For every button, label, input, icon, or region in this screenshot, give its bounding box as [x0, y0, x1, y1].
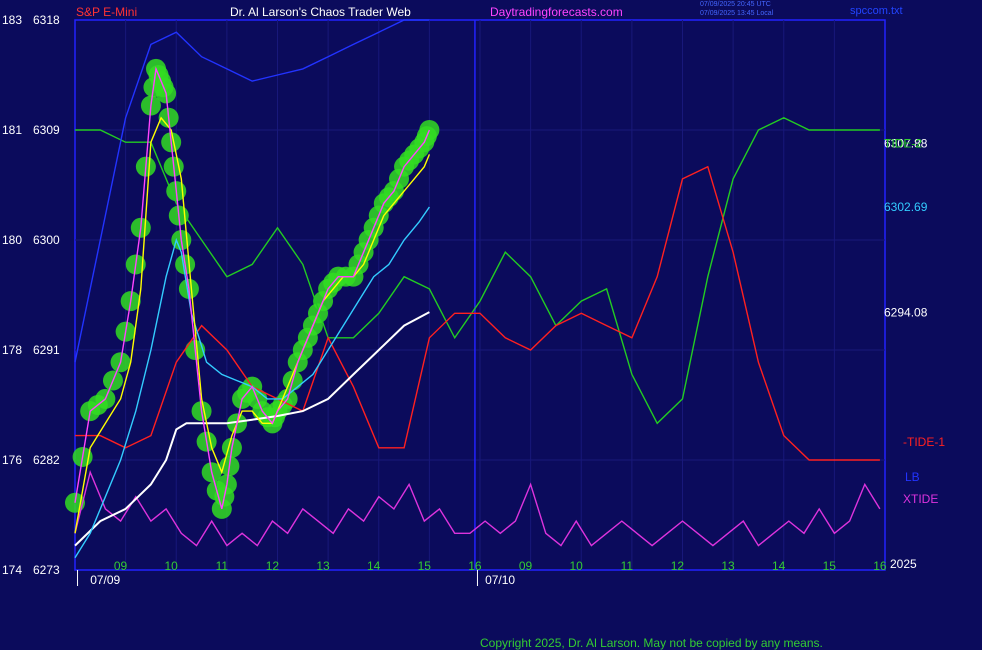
- x-tick-label: 15: [418, 559, 432, 573]
- x-tick-label: 11: [216, 559, 229, 573]
- y-tick-label-left: 174: [2, 563, 22, 577]
- series-line-3: [74, 311, 430, 547]
- x-tick-label: 14: [772, 559, 786, 573]
- date-label: 07/10: [485, 573, 515, 587]
- x-tick-label: 09: [519, 559, 533, 573]
- series-line-tide-2: [75, 117, 880, 425]
- x-tick-label: 16: [468, 559, 482, 573]
- y-tick-label-price: 6282: [33, 453, 60, 467]
- y-tick-label-price: 6273: [33, 563, 60, 577]
- date-label: 07/09: [90, 573, 120, 587]
- site-url[interactable]: Daytradingforecasts.com: [490, 5, 623, 19]
- right-tag-tide1: -TIDE-1: [903, 435, 945, 449]
- site-title: Dr. Al Larson's Chaos Trader Web: [230, 5, 411, 19]
- y-tick-label-left: 180: [2, 233, 22, 247]
- y-tick-label-price: 6318: [33, 13, 60, 27]
- y-tick-label-price: 6309: [33, 123, 60, 137]
- y-tick-label-left: 178: [2, 343, 22, 357]
- symbol-title: S&P E-Mini: [76, 5, 138, 19]
- right-value-label: 6294.08: [884, 305, 928, 319]
- y-tick-label-left: 176: [2, 453, 22, 467]
- copyright-notice: Copyright 2025, Dr. Al Larson. May not b…: [480, 636, 823, 650]
- x-tick-label: 15: [823, 559, 837, 573]
- series-line-lb: [74, 19, 430, 363]
- timestamp-local: 07/09/2025 13:45 Local: [700, 10, 774, 17]
- x-tick-label: 12: [671, 559, 685, 573]
- x-tick-label: 11: [621, 559, 634, 573]
- data-file-name: spccom.txt: [850, 5, 903, 17]
- right-value-label: TIDE-2: [884, 137, 922, 151]
- series-line-xtide: [74, 469, 881, 547]
- price-highlight-blobs: [65, 58, 440, 519]
- timestamp-utc: 07/09/2025 20:45 UTC: [700, 1, 771, 8]
- y-tick-label-left: 181: [2, 123, 22, 137]
- x-tick-label: 13: [316, 559, 330, 573]
- y-tick-label-price: 6300: [33, 233, 60, 247]
- x-tick-label: 10: [570, 559, 584, 573]
- right-tag-lb: LB: [905, 470, 920, 484]
- y-tick-label-price: 6291: [33, 343, 60, 357]
- y-tick-label-left: 183: [2, 13, 22, 27]
- right-tag-xtide: XTIDE: [903, 492, 938, 506]
- x-tick-label: 14: [367, 559, 381, 573]
- x-tick-label: 16: [873, 559, 887, 573]
- x-tick-label: 12: [266, 559, 280, 573]
- right-value-label: 6302.69: [884, 200, 928, 214]
- year-label: 2025: [890, 557, 917, 571]
- chart-canvas: 183 6318 181 6309 180 6300 178 6291 176 6282 174 62…: [2, 13, 945, 587]
- x-tick-label: 13: [721, 559, 735, 573]
- x-tick-label: 10: [165, 559, 179, 573]
- x-tick-label: 09: [114, 559, 128, 573]
